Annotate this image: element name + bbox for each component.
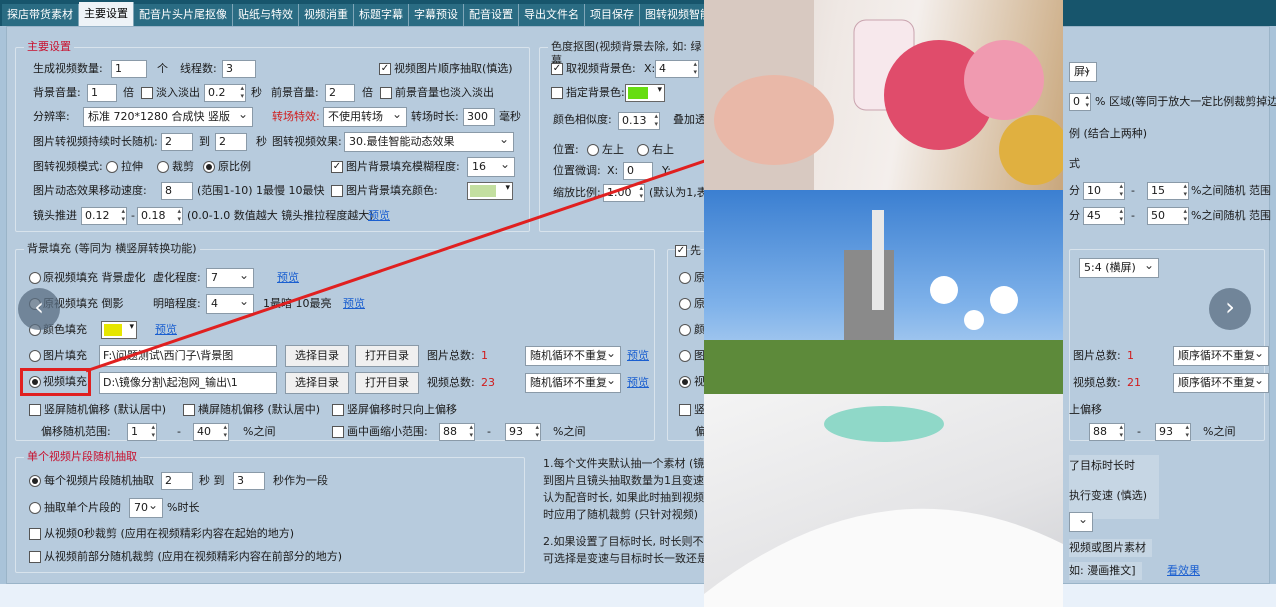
cup-shape: [704, 508, 1063, 607]
preview-photo-fabric: [704, 394, 1063, 607]
annotation-arrow: [85, 126, 800, 373]
flower-white-3: [964, 310, 984, 330]
preview-photo-launchpad: [704, 190, 1063, 400]
hand-shape: [714, 75, 834, 165]
video-preview-overlay: [704, 0, 1063, 607]
prev-slide-button[interactable]: ‹: [18, 288, 60, 330]
preview-photo-perfume-flowers: [704, 0, 1063, 190]
fabric-graphic: [704, 406, 1063, 607]
flower-pink: [964, 40, 1044, 120]
next-slide-button[interactable]: ›: [1209, 288, 1251, 330]
rocket-shape: [872, 210, 884, 310]
teal-shape: [824, 406, 944, 442]
flower-yellow: [999, 115, 1063, 185]
flower-white-2: [990, 286, 1018, 314]
arrow-line: [85, 130, 791, 373]
grass-shape: [704, 340, 1063, 400]
launchpad-graphic: [704, 210, 1063, 400]
perfume-flowers-graphic: [704, 0, 1063, 190]
flower-white-1: [930, 276, 958, 304]
